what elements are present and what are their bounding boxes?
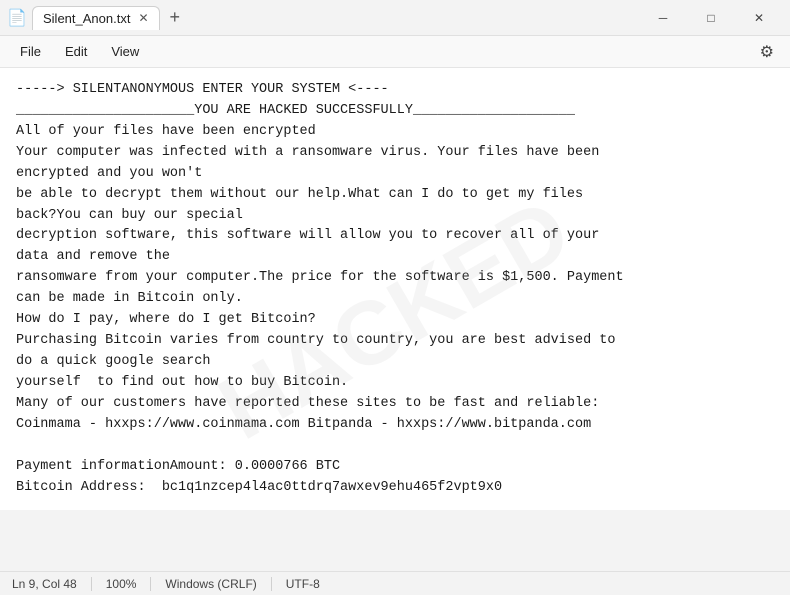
menu-view[interactable]: View	[99, 40, 151, 63]
zoom-level: 100%	[92, 577, 152, 591]
cursor-position: Ln 9, Col 48	[12, 577, 92, 591]
tab[interactable]: Silent_Anon.txt ✕	[32, 6, 160, 30]
tab-close-button[interactable]: ✕	[138, 12, 148, 24]
status-bar: Ln 9, Col 48 100% Windows (CRLF) UTF-8	[0, 571, 790, 595]
title-bar: 📄 Silent_Anon.txt ✕ + ─ □ ✕	[0, 0, 790, 36]
window-controls: ─ □ ✕	[640, 2, 782, 34]
menu-file[interactable]: File	[8, 40, 53, 63]
menu-edit[interactable]: Edit	[53, 40, 99, 63]
line-ending: Windows (CRLF)	[151, 577, 271, 591]
text-editor[interactable]: -----> SILENTANONYMOUS ENTER YOUR SYSTEM…	[0, 68, 790, 510]
editor-wrapper: HACKED -----> SILENTANONYMOUS ENTER YOUR…	[0, 68, 790, 571]
maximize-button[interactable]: □	[688, 2, 734, 34]
tab-label: Silent_Anon.txt	[43, 11, 130, 26]
minimize-button[interactable]: ─	[640, 2, 686, 34]
menu-bar: File Edit View ⚙	[0, 36, 790, 68]
title-bar-left: 📄 Silent_Anon.txt ✕ +	[8, 6, 640, 30]
encoding: UTF-8	[272, 577, 334, 591]
close-button[interactable]: ✕	[736, 2, 782, 34]
new-tab-button[interactable]: +	[164, 7, 187, 28]
settings-icon[interactable]: ⚙	[752, 38, 782, 66]
file-icon: 📄	[8, 9, 26, 27]
